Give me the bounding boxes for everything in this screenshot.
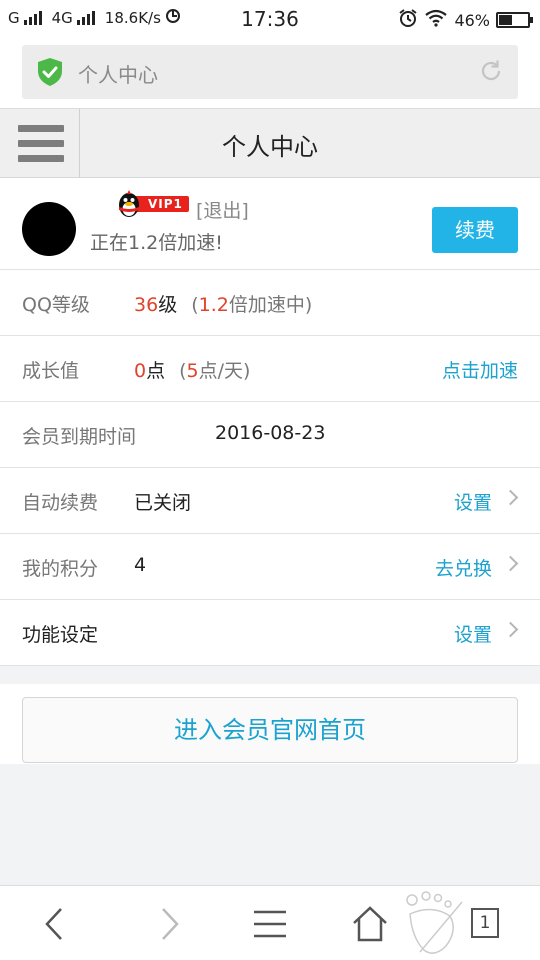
avatar[interactable] <box>22 202 76 256</box>
features-settings-link[interactable]: 设置 <box>454 620 492 647</box>
features-row[interactable]: 功能设定 设置 <box>0 600 540 666</box>
wifi-icon <box>424 9 448 31</box>
points-row[interactable]: 我的积分 4 去兑换 <box>0 534 540 600</box>
battery-icon <box>496 12 533 28</box>
alarm-icon <box>398 8 418 32</box>
expiry-row: 会员到期时间 2016-08-23 <box>0 402 540 468</box>
growth-row: 成长值 0点 (5点/天) 点击加速 <box>0 336 540 402</box>
speed-up-link[interactable]: 点击加速 <box>442 356 518 383</box>
redeem-link[interactable]: 去兑换 <box>435 554 492 581</box>
auto-renew-label: 自动续费 <box>22 492 99 514</box>
auto-renew-status: 已关闭 <box>134 492 192 514</box>
chevron-right-icon <box>502 621 519 638</box>
expiry-date: 2016-08-23 <box>215 422 326 444</box>
address-bar[interactable]: 个人中心 <box>22 45 518 99</box>
expiry-label: 会员到期时间 <box>22 426 137 448</box>
growth-label: 成长值 <box>22 360 80 382</box>
shield-check-icon <box>38 58 62 86</box>
auto-renew-row[interactable]: 自动续费 已关闭 设置 <box>0 468 540 534</box>
browser-bottom-nav: 1 <box>0 885 540 960</box>
qq-level-row: QQ等级 36级 (1.2倍加速中) <box>0 270 540 336</box>
features-label: 功能设定 <box>22 624 99 646</box>
browser-toolbar: 个人中心 <box>0 36 540 108</box>
back-icon[interactable] <box>36 904 76 944</box>
menu-icon[interactable] <box>250 904 290 944</box>
chevron-right-icon <box>502 555 519 572</box>
auto-renew-settings-link[interactable]: 设置 <box>454 488 492 515</box>
forward-icon[interactable] <box>148 904 188 944</box>
growth-value: 0点 (5点/天) <box>134 360 251 382</box>
tabs-button[interactable]: 1 <box>471 908 499 938</box>
chevron-right-icon <box>502 489 519 506</box>
logout-link[interactable]: [退出] <box>196 196 249 223</box>
home-button-area: 进入会员官网首页 <box>0 684 540 764</box>
status-right: 46% <box>398 8 533 32</box>
battery-percent: 46% <box>454 10 490 30</box>
renew-button[interactable]: 续费 <box>432 207 518 253</box>
profile-card: VIP1 [退出] 正在1.2倍加速! 续费 <box>0 178 540 270</box>
speed-status: 正在1.2倍加速! <box>90 232 223 254</box>
qq-level-label: QQ等级 <box>22 294 90 316</box>
member-info-list: QQ等级 36级 (1.2倍加速中) 成长值 0点 (5点/天) 点击加速 会员到期… <box>0 270 540 666</box>
page-title: 个人中心 <box>222 133 318 161</box>
vip-badge: VIP1 <box>116 190 189 218</box>
points-value: 4 <box>134 554 147 576</box>
qq-level-value: 36级 (1.2倍加速中) <box>134 294 313 316</box>
points-label: 我的积分 <box>22 558 99 580</box>
status-bar: G 4G 18.6K/s 17:36 46% <box>0 0 540 36</box>
qq-penguin-icon <box>119 190 139 217</box>
url-text: 个人中心 <box>78 63 158 87</box>
home-icon[interactable] <box>350 904 390 944</box>
watermark-footprint-icon <box>406 891 463 954</box>
reload-icon[interactable] <box>478 58 504 84</box>
page-header: 个人中心 <box>0 108 540 178</box>
member-homepage-button[interactable]: 进入会员官网首页 <box>22 697 518 763</box>
